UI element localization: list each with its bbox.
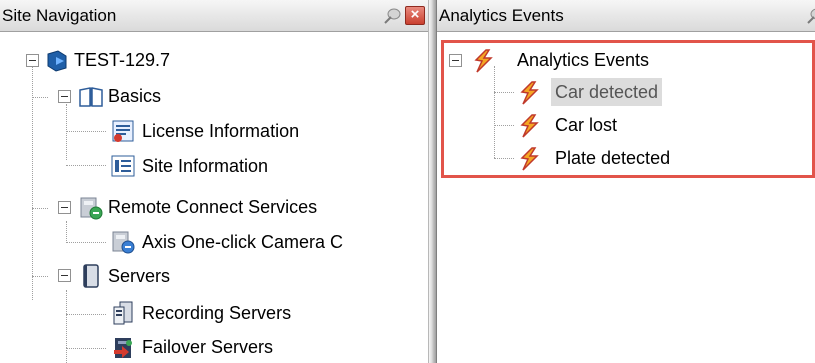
- tree-line: [66, 221, 67, 243]
- tree-line: [66, 348, 106, 349]
- site-navigation-pane: Site Navigation × TEST-129.7 Basics Lice…: [0, 0, 428, 363]
- tree-line: [66, 314, 106, 315]
- tree-item-failover-servers[interactable]: Failover Servers: [138, 333, 277, 361]
- site-navigation-titlebar[interactable]: Site Navigation ×: [0, 0, 428, 32]
- tree-line: [66, 131, 106, 132]
- tree-line: [66, 165, 106, 166]
- recording-servers-icon: [113, 301, 133, 325]
- pin-icon[interactable]: [382, 6, 402, 26]
- tree-item-axis-one-click[interactable]: Axis One-click Camera C: [138, 228, 347, 256]
- site-icon: [47, 50, 67, 72]
- analytics-events-titlebar[interactable]: Analytics Events: [437, 0, 815, 32]
- tree-item-license-information[interactable]: License Information: [138, 117, 303, 145]
- tree-line: [32, 276, 48, 277]
- book-icon: [79, 87, 103, 107]
- tree-line: [32, 208, 48, 209]
- tree-line: [66, 348, 67, 363]
- license-icon: [112, 120, 134, 142]
- tree-line: [32, 97, 48, 98]
- tree-line: [66, 242, 106, 243]
- pane-splitter[interactable]: [428, 0, 437, 363]
- tree-item-remote-connect-services[interactable]: Remote Connect Services: [104, 193, 321, 221]
- failover-servers-icon: [114, 338, 132, 358]
- tree-item-site-information[interactable]: Site Information: [138, 152, 272, 180]
- server-icon: [83, 264, 99, 288]
- expander-remote-connect[interactable]: [58, 201, 71, 214]
- tree-line: [66, 104, 67, 160]
- tree-item-root[interactable]: TEST-129.7: [70, 46, 174, 74]
- site-navigation-title: Site Navigation: [2, 5, 117, 25]
- remote-connect-icon: [80, 197, 103, 220]
- tree-line: [66, 290, 67, 348]
- close-icon[interactable]: ×: [405, 6, 425, 25]
- expander-basics[interactable]: [58, 90, 71, 103]
- tree-item-basics[interactable]: Basics: [104, 82, 165, 110]
- expander-servers[interactable]: [58, 269, 71, 282]
- expander-root[interactable]: [26, 54, 39, 67]
- camera-connect-icon: [112, 231, 135, 254]
- site-information-icon: [111, 155, 135, 177]
- tree-line: [32, 66, 33, 300]
- tree-item-recording-servers[interactable]: Recording Servers: [138, 299, 295, 327]
- pin-icon[interactable]: [805, 6, 815, 26]
- tree-item-servers[interactable]: Servers: [104, 262, 174, 290]
- highlight-box: [441, 40, 815, 178]
- analytics-events-title: Analytics Events: [439, 5, 564, 25]
